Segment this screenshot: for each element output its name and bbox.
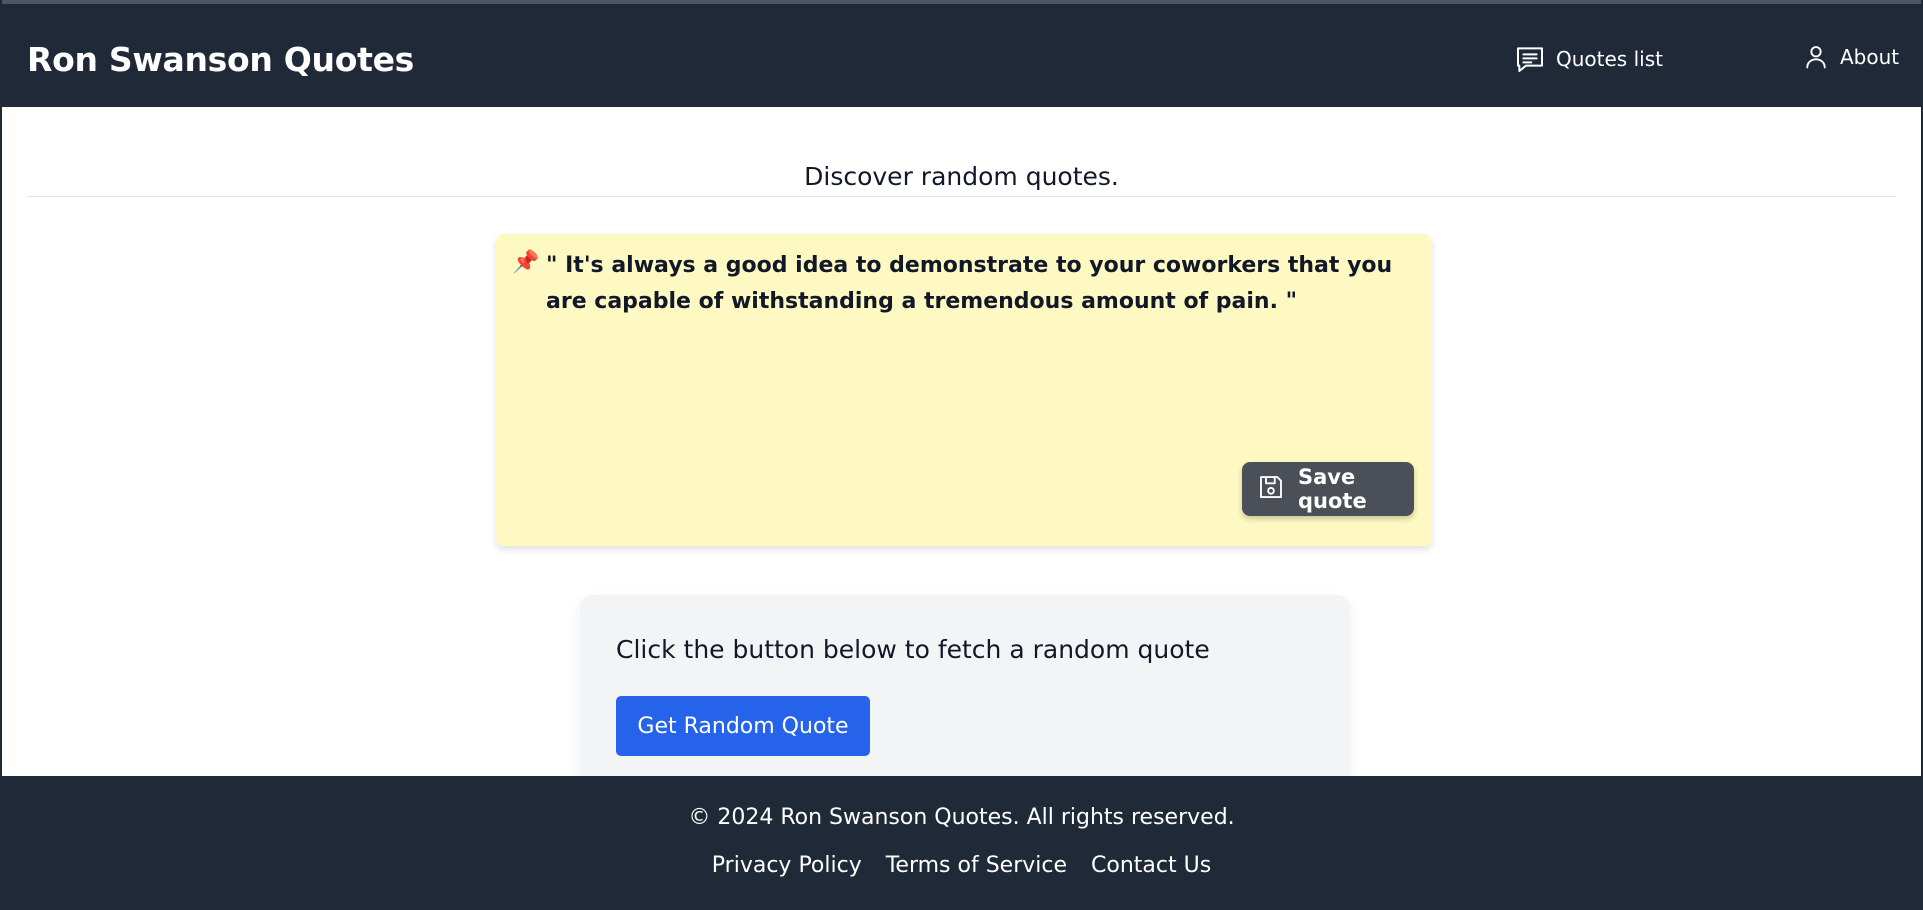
- floppy-disk-icon: [1256, 472, 1286, 507]
- user-icon: [1802, 43, 1830, 71]
- quote-text: " It's always a good idea to demonstrate…: [546, 253, 1393, 314]
- privacy-policy-link[interactable]: Privacy Policy: [712, 853, 862, 878]
- save-quote-label: Save quote: [1298, 465, 1367, 513]
- section-divider: [27, 196, 1896, 197]
- copyright-text: © 2024 Ron Swanson Quotes. All rights re…: [688, 805, 1235, 830]
- terms-of-service-link[interactable]: Terms of Service: [886, 853, 1067, 878]
- footer-links: Privacy Policy Terms of Service Contact …: [2, 853, 1921, 878]
- get-random-quote-button[interactable]: Get Random Quote: [616, 696, 870, 756]
- page-frame: Ron Swanson Quotes Quotes list About Dis…: [0, 0, 1923, 910]
- save-quote-button[interactable]: Save quote: [1242, 462, 1414, 516]
- pushpin-icon: 📌: [512, 250, 540, 275]
- top-navbar: Ron Swanson Quotes Quotes list About: [2, 10, 1921, 107]
- top-strip: [2, 0, 1921, 10]
- site-title[interactable]: Ron Swanson Quotes: [27, 40, 414, 79]
- quote-card: 📌 " It's always a good idea to demonstra…: [496, 234, 1432, 546]
- nav-quotes-list[interactable]: Quotes list: [1514, 43, 1663, 75]
- fetch-quote-card: Click the button below to fetch a random…: [580, 595, 1350, 795]
- nav-about-label: About: [1840, 45, 1900, 69]
- page-tagline: Discover random quotes.: [804, 162, 1119, 191]
- contact-us-link[interactable]: Contact Us: [1091, 853, 1211, 878]
- nav-about[interactable]: About: [1802, 43, 1899, 71]
- nav-quotes-label: Quotes list: [1556, 47, 1663, 71]
- chat-bubble-icon: [1514, 43, 1546, 75]
- site-footer: © 2024 Ron Swanson Quotes. All rights re…: [2, 776, 1921, 908]
- fetch-instructions: Click the button below to fetch a random…: [616, 635, 1210, 664]
